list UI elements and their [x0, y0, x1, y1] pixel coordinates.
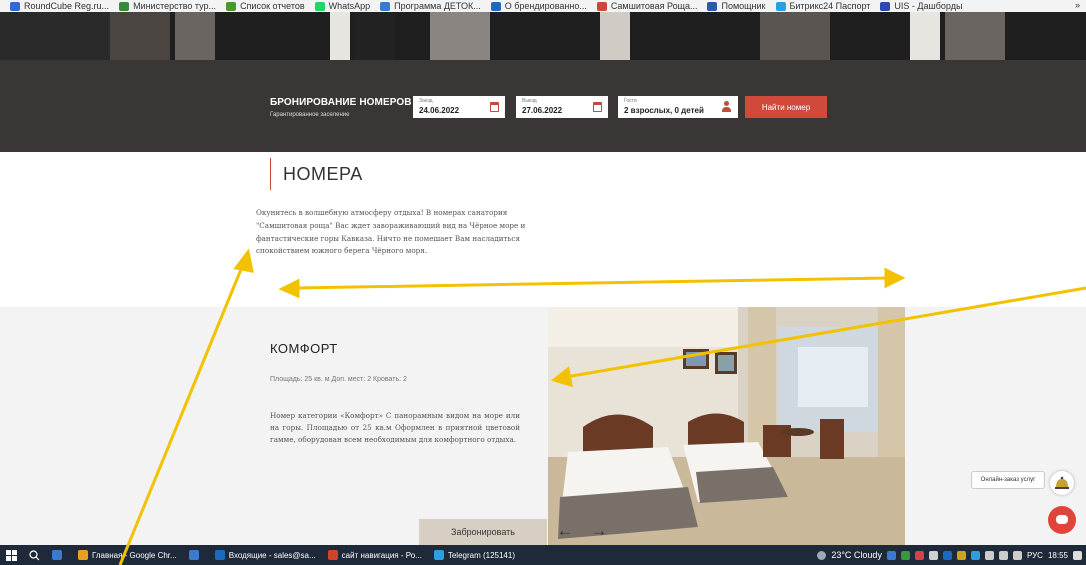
- cloud-icon: [817, 550, 827, 560]
- start-icon[interactable]: [0, 545, 23, 565]
- calendar-icon: [593, 102, 602, 112]
- bookmark-item[interactable]: Самшитовая Роща...: [596, 1, 698, 11]
- clock[interactable]: 18:55: [1048, 551, 1068, 560]
- bookmark-label: Программа ДЕТОК...: [394, 1, 481, 11]
- chat-icon[interactable]: [1048, 506, 1076, 534]
- room-photo: [548, 307, 905, 545]
- reports-icon: [226, 1, 237, 11]
- system-tray: 23°C Cloudy РУС 18:55: [817, 545, 1082, 565]
- bookmark-item[interactable]: WhatsApp: [314, 1, 371, 11]
- bookmark-item[interactable]: UIS - Дашборды: [880, 1, 962, 11]
- checkin-label: Заезд: [419, 98, 433, 104]
- notifications-icon[interactable]: [1073, 550, 1082, 560]
- bookmark-label: О брендированно...: [504, 1, 587, 11]
- taskbar-app[interactable]: Telegram (125141): [428, 545, 521, 565]
- taskbar-app-label: сайт навигация - Ро...: [341, 550, 422, 560]
- bookmarks-more-icon[interactable]: »: [1075, 0, 1080, 10]
- volume-icon[interactable]: [1012, 550, 1022, 560]
- user-icon: [722, 101, 731, 112]
- taskbar-app[interactable]: Главная - Google Chr...: [72, 545, 183, 565]
- mail-icon[interactable]: [928, 550, 938, 560]
- guests-label: Гости: [624, 98, 637, 104]
- bookmark-label: WhatsApp: [328, 1, 371, 11]
- ministry-icon: [119, 1, 130, 11]
- room-meta: Площадь: 25 кв. м Доп. мест: 2 Кровать: …: [270, 376, 407, 383]
- app-icon: [327, 550, 338, 560]
- hero-image: [0, 12, 1086, 60]
- network-icon[interactable]: [984, 550, 994, 560]
- book-button[interactable]: Забронировать: [419, 519, 547, 545]
- taskbar-app-label: Входящие - sales@sa...: [228, 550, 316, 560]
- program-icon: [380, 1, 391, 11]
- language-indicator[interactable]: РУС: [1027, 551, 1043, 560]
- checkout-value: 27.06.2022: [522, 106, 563, 115]
- whatsapp-icon: [314, 1, 325, 11]
- prev-arrow-icon[interactable]: ←: [554, 520, 576, 542]
- checkin-value: 24.06.2022: [419, 106, 460, 115]
- search-icon[interactable]: [23, 545, 46, 565]
- tray-icon[interactable]: [970, 550, 980, 560]
- bitrix-icon: [775, 1, 786, 11]
- calendar-icon: [490, 102, 499, 112]
- bookmark-item[interactable]: Программа ДЕТОК...: [380, 1, 481, 11]
- room-description: Номер категории «Комфорт» С панорамным в…: [270, 411, 520, 445]
- app-icon[interactable]: [46, 545, 72, 565]
- bookmark-item[interactable]: RoundCube Reg.ru...: [10, 1, 109, 11]
- uis-icon: [880, 1, 891, 11]
- taskbar-app[interactable]: Входящие - sales@sa...: [209, 545, 322, 565]
- section-text: Окунитесь в волшебную атмосферу отдыха! …: [256, 208, 526, 256]
- weather-text[interactable]: 23°C Cloudy: [831, 550, 882, 560]
- bookmark-label: Список отчетов: [240, 1, 305, 11]
- outlook-icon[interactable]: [942, 550, 952, 560]
- section-accent-line: [270, 158, 271, 190]
- bookmark-label: Министерство тур...: [133, 1, 217, 11]
- bell-icon[interactable]: [1050, 471, 1074, 495]
- app-icon: [214, 550, 225, 560]
- battery-icon[interactable]: [998, 550, 1008, 560]
- checkin-field[interactable]: Заезд 24.06.2022: [413, 96, 505, 118]
- checkout-label: Выезд: [522, 98, 537, 104]
- room-card: [0, 307, 1086, 545]
- bookmark-label: Самшитовая Роща...: [610, 1, 698, 11]
- tray-icon[interactable]: [956, 550, 966, 560]
- next-arrow-icon[interactable]: →: [588, 520, 610, 542]
- app-icon: [78, 550, 88, 560]
- bookmark-item[interactable]: Список отчетов: [226, 1, 305, 11]
- bookmark-item[interactable]: Министерство тур...: [119, 1, 216, 11]
- section-title: НОМЕРА: [283, 164, 363, 184]
- checkout-field[interactable]: Выезд 27.06.2022: [516, 96, 608, 118]
- app-icon: [188, 550, 199, 560]
- guests-value: 2 взрослых, 0 детей: [624, 106, 704, 115]
- samshit-icon: [596, 1, 607, 11]
- bookmark-label: Помощник: [721, 1, 766, 11]
- tray-icon[interactable]: [886, 550, 896, 560]
- taskbar-app[interactable]: сайт навигация - Ро...: [322, 545, 428, 565]
- bookmarks-bar: RoundCube Reg.ru... Министерство тур... Сп…: [0, 0, 1086, 12]
- booking-title: БРОНИРОВАНИЕ НОМЕРОВ: [270, 97, 412, 108]
- helper-icon: [707, 1, 718, 11]
- taskbar-app[interactable]: [183, 545, 209, 565]
- taskbar-app-label: Главная - Google Chr...: [92, 550, 177, 560]
- booking-subtitle: Гарантированное заселение: [270, 112, 350, 118]
- bookmark-item[interactable]: Помощник: [707, 1, 766, 11]
- bookmark-item[interactable]: О брендированно...: [490, 1, 587, 11]
- brand-icon: [490, 1, 501, 11]
- tray-icon[interactable]: [914, 550, 924, 560]
- taskbar: Главная - Google Chr... Входящие - sales@…: [0, 545, 1086, 565]
- room-title: КОМФОРТ: [270, 341, 338, 356]
- taskbar-app-label: Telegram (125141): [447, 550, 515, 560]
- bookmark-item[interactable]: Битрикс24 Паспорт: [775, 1, 871, 11]
- find-room-button[interactable]: Найти номер: [745, 96, 827, 118]
- bookmark-label: Битрикс24 Паспорт: [789, 1, 871, 11]
- guests-field[interactable]: Гости 2 взрослых, 0 детей: [618, 96, 738, 118]
- tray-icon[interactable]: [900, 550, 910, 560]
- online-order-label[interactable]: Онлайн-заказ услуг: [971, 471, 1045, 489]
- roundcube-icon: [10, 1, 20, 11]
- bookmark-label: UIS - Дашборды: [894, 1, 963, 11]
- app-icon: [433, 550, 444, 560]
- bookmark-label: RoundCube Reg.ru...: [24, 1, 110, 11]
